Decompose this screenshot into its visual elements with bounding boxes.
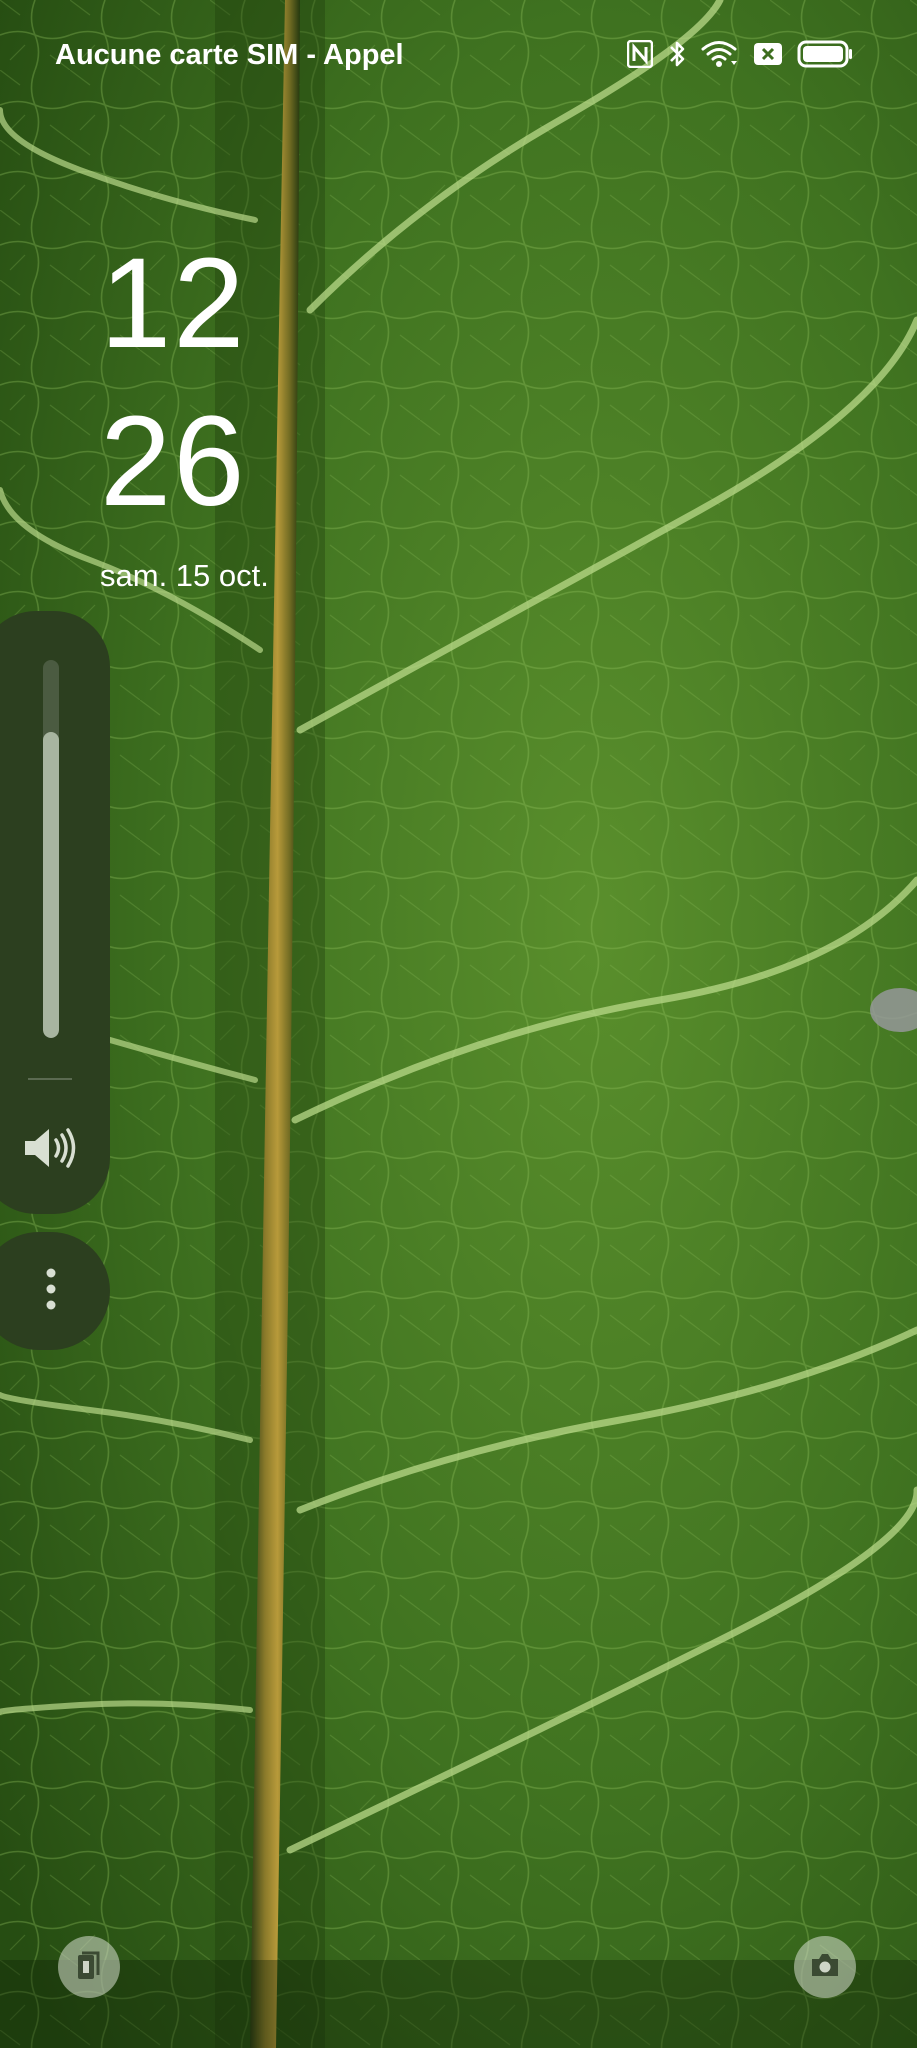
more-vertical-icon	[45, 1267, 57, 1316]
lock-date: sam. 15 oct.	[100, 558, 269, 593]
volume-divider	[28, 1078, 72, 1080]
carrier-label: Aucune carte SIM - Appel	[55, 39, 404, 71]
volume-slider[interactable]	[43, 660, 59, 1038]
status-bar: Aucune carte SIM - Appel	[0, 0, 917, 106]
speaker-icon	[23, 1126, 79, 1175]
nfc-icon	[627, 40, 653, 68]
no-sim-icon	[753, 42, 783, 66]
volume-more-button[interactable]	[17, 1257, 85, 1325]
wifi-icon	[701, 39, 739, 69]
camera-icon	[809, 1951, 841, 1984]
camera-shortcut-button[interactable]	[794, 1936, 856, 1998]
ringer-mode-button[interactable]	[17, 1116, 85, 1184]
wallet-shortcut-button[interactable]	[58, 1936, 120, 1998]
status-icons	[627, 34, 853, 74]
clock-minute: 26	[100, 390, 247, 533]
clock-hour: 12	[100, 232, 247, 375]
wallet-icon	[76, 1949, 102, 1986]
volume-slider-fill	[43, 732, 59, 1038]
lock-clock: 12 26	[100, 225, 246, 541]
battery-icon	[797, 40, 853, 68]
bluetooth-icon	[667, 39, 687, 69]
volume-panel	[0, 611, 110, 1214]
